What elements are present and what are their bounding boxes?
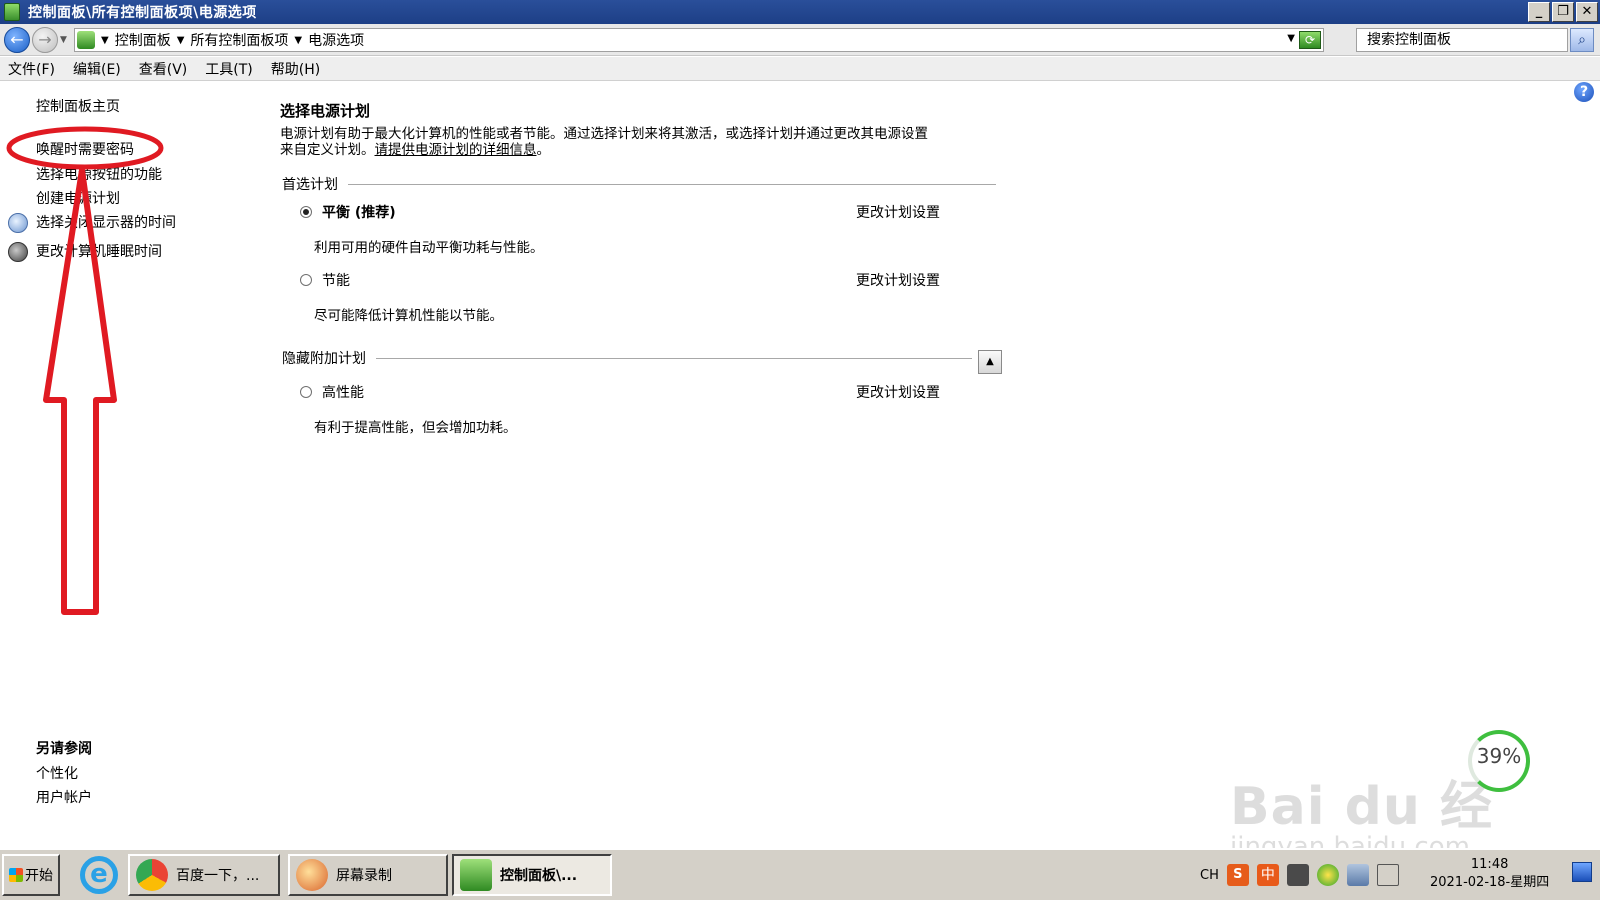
- plan-details-link[interactable]: 请提供电源计划的详细信息: [375, 142, 537, 158]
- show-desktop-button[interactable]: [1572, 862, 1592, 882]
- window-controls: _ ❐ ✕: [1528, 2, 1598, 22]
- collapse-button[interactable]: ▲: [978, 350, 1002, 374]
- forward-button[interactable]: →: [32, 26, 58, 53]
- sidebar: 控制面板主页 唤醒时需要密码 选择电源按钮的功能 创建电源计划 选择关闭显示器的…: [0, 82, 260, 847]
- menu-view[interactable]: 查看(V): [139, 59, 188, 79]
- chevron-down-icon[interactable]: ▼: [101, 35, 109, 46]
- clock-date: 2021-02-18-星期四: [1430, 875, 1550, 890]
- network-icon[interactable]: [1346, 864, 1369, 886]
- start-label: 开始: [25, 868, 53, 884]
- minimize-button[interactable]: _: [1528, 2, 1550, 22]
- plan-description: 利用可用的硬件自动平衡功耗与性能。: [314, 240, 544, 256]
- plan-name[interactable]: 高性能: [322, 382, 364, 402]
- chevron-down-icon[interactable]: ▼: [177, 35, 185, 46]
- breadcrumb-control-panel[interactable]: 控制面板: [115, 30, 171, 50]
- ime-icon[interactable]: 中: [1256, 864, 1279, 886]
- control-panel-icon: [460, 859, 492, 891]
- plan-balanced: 平衡 (推荐) 更改计划设置 利用可用的硬件自动平衡功耗与性能。: [300, 202, 980, 256]
- ie-icon[interactable]: e: [80, 856, 118, 894]
- main-content: 选择电源计划 电源计划有助于最大化计算机的性能或者节能。通过选择计划来将其激活，…: [260, 82, 1600, 847]
- plus-icon[interactable]: [1316, 864, 1339, 886]
- see-also-heading: 另请参阅: [36, 741, 92, 757]
- moon-icon: [8, 242, 28, 262]
- speed-percent: 39%: [1476, 744, 1522, 768]
- hidden-plans-label: 隐藏附加计划: [282, 351, 366, 367]
- recorder-icon: [296, 859, 328, 891]
- sidebar-link-personalization[interactable]: 个性化: [36, 763, 78, 783]
- start-button[interactable]: 开始: [2, 854, 60, 896]
- task-label: 控制面板\...: [500, 868, 578, 884]
- refresh-button[interactable]: ⟳: [1299, 31, 1321, 49]
- control-panel-icon: [77, 31, 95, 49]
- change-plan-settings-link[interactable]: 更改计划设置: [856, 202, 940, 222]
- description-end: 。: [536, 142, 551, 158]
- task-label: 屏幕录制: [336, 868, 392, 884]
- task-label: 百度一下，...: [176, 868, 260, 884]
- change-plan-settings-link[interactable]: 更改计划设置: [856, 382, 940, 402]
- film-icon[interactable]: [1286, 864, 1309, 886]
- search-input[interactable]: 搜索控制面板: [1356, 28, 1568, 52]
- sidebar-link-display-off[interactable]: 选择关闭显示器的时间: [36, 212, 176, 232]
- sidebar-link-power-buttons[interactable]: 选择电源按钮的功能: [36, 164, 162, 184]
- plan-high-performance: 高性能 更改计划设置 有利于提高性能，但会增加功耗。: [300, 382, 980, 436]
- menu-file[interactable]: 文件(F): [8, 59, 55, 79]
- radio-power-saver[interactable]: [300, 274, 312, 286]
- monitor-icon: [8, 213, 28, 233]
- chevron-down-icon[interactable]: ▼: [294, 35, 302, 46]
- address-dropdown-icon[interactable]: ▼: [1287, 33, 1295, 44]
- taskbar: 开始 e 百度一下，... 屏幕录制 控制面板\... CH S 中 11:48…: [0, 848, 1600, 900]
- preferred-plans-section: 首选计划: [282, 174, 996, 194]
- control-panel-icon: [4, 3, 20, 21]
- restore-button[interactable]: ❐: [1552, 2, 1574, 22]
- menu-help[interactable]: 帮助(H): [271, 59, 320, 79]
- sidebar-link-home[interactable]: 控制面板主页: [36, 96, 120, 116]
- preferred-plans-label: 首选计划: [282, 177, 338, 193]
- back-button[interactable]: ←: [4, 26, 30, 53]
- search-icon[interactable]: ⌕: [1570, 28, 1594, 52]
- address-bar[interactable]: ▼ 控制面板 ▼ 所有控制面板项 ▼ 电源选项 ▼ ⟳: [74, 28, 1324, 52]
- breadcrumb-power-options[interactable]: 电源选项: [308, 30, 364, 50]
- divider: [376, 357, 972, 359]
- windows-logo-icon: [9, 868, 23, 882]
- sidebar-link-user-accounts[interactable]: 用户帐户: [36, 787, 92, 807]
- radio-high-performance[interactable]: [300, 386, 312, 398]
- description-line-2: 来自定义计划。: [280, 142, 375, 158]
- taskbar-item-control-panel[interactable]: 控制面板\...: [452, 854, 612, 896]
- address-toolbar: ← → ▼ ▼ 控制面板 ▼ 所有控制面板项 ▼ 电源选项 ▼ ⟳ 搜索控制面板…: [0, 24, 1600, 56]
- breadcrumb-all-items[interactable]: 所有控制面板项: [190, 30, 288, 50]
- menu-bar: 文件(F) 编辑(E) 查看(V) 工具(T) 帮助(H): [0, 57, 1600, 81]
- plan-power-saver: 节能 更改计划设置 尽可能降低计算机性能以节能。: [300, 270, 980, 324]
- title-bar: 控制面板\所有控制面板项\电源选项 _ ❐ ✕: [0, 0, 1600, 24]
- sidebar-link-create-plan[interactable]: 创建电源计划: [36, 188, 120, 208]
- menu-edit[interactable]: 编辑(E): [73, 59, 121, 79]
- volume-icon[interactable]: [1376, 864, 1399, 886]
- plan-name[interactable]: 节能: [322, 270, 350, 290]
- language-indicator[interactable]: CH: [1200, 868, 1219, 883]
- radio-balanced[interactable]: [300, 206, 312, 218]
- page-description: 电源计划有助于最大化计算机的性能或者节能。通过选择计划来将其激活，或选择计划并通…: [280, 126, 1000, 158]
- menu-tools[interactable]: 工具(T): [205, 59, 252, 79]
- plan-description: 尽可能降低计算机性能以节能。: [314, 308, 503, 324]
- clock[interactable]: 11:48 2021-02-18-星期四: [1430, 856, 1549, 892]
- system-tray: CH S 中: [1200, 854, 1399, 896]
- hidden-plans-section: 隐藏附加计划: [282, 348, 972, 368]
- history-dropdown-icon[interactable]: ▼: [60, 35, 67, 45]
- sogou-icon[interactable]: S: [1226, 864, 1249, 886]
- browser-icon: [136, 859, 168, 891]
- plan-name[interactable]: 平衡 (推荐): [322, 202, 396, 222]
- window-title: 控制面板\所有控制面板项\电源选项: [28, 5, 257, 21]
- clock-time: 11:48: [1470, 857, 1509, 872]
- change-plan-settings-link[interactable]: 更改计划设置: [856, 270, 940, 290]
- taskbar-item-screen-recorder[interactable]: 屏幕录制: [288, 854, 448, 896]
- description-line-1: 电源计划有助于最大化计算机的性能或者节能。通过选择计划来将其激活，或选择计划并通…: [280, 126, 928, 142]
- speed-widget[interactable]: 39%: [1468, 730, 1530, 792]
- plan-description: 有利于提高性能，但会增加功耗。: [314, 420, 517, 436]
- divider: [348, 183, 996, 185]
- taskbar-item-baidu[interactable]: 百度一下，...: [128, 854, 280, 896]
- sidebar-link-wake-password[interactable]: 唤醒时需要密码: [36, 139, 134, 159]
- close-button[interactable]: ✕: [1576, 2, 1598, 22]
- page-title: 选择电源计划: [280, 102, 371, 120]
- sidebar-link-sleep-time[interactable]: 更改计算机睡眠时间: [36, 241, 162, 261]
